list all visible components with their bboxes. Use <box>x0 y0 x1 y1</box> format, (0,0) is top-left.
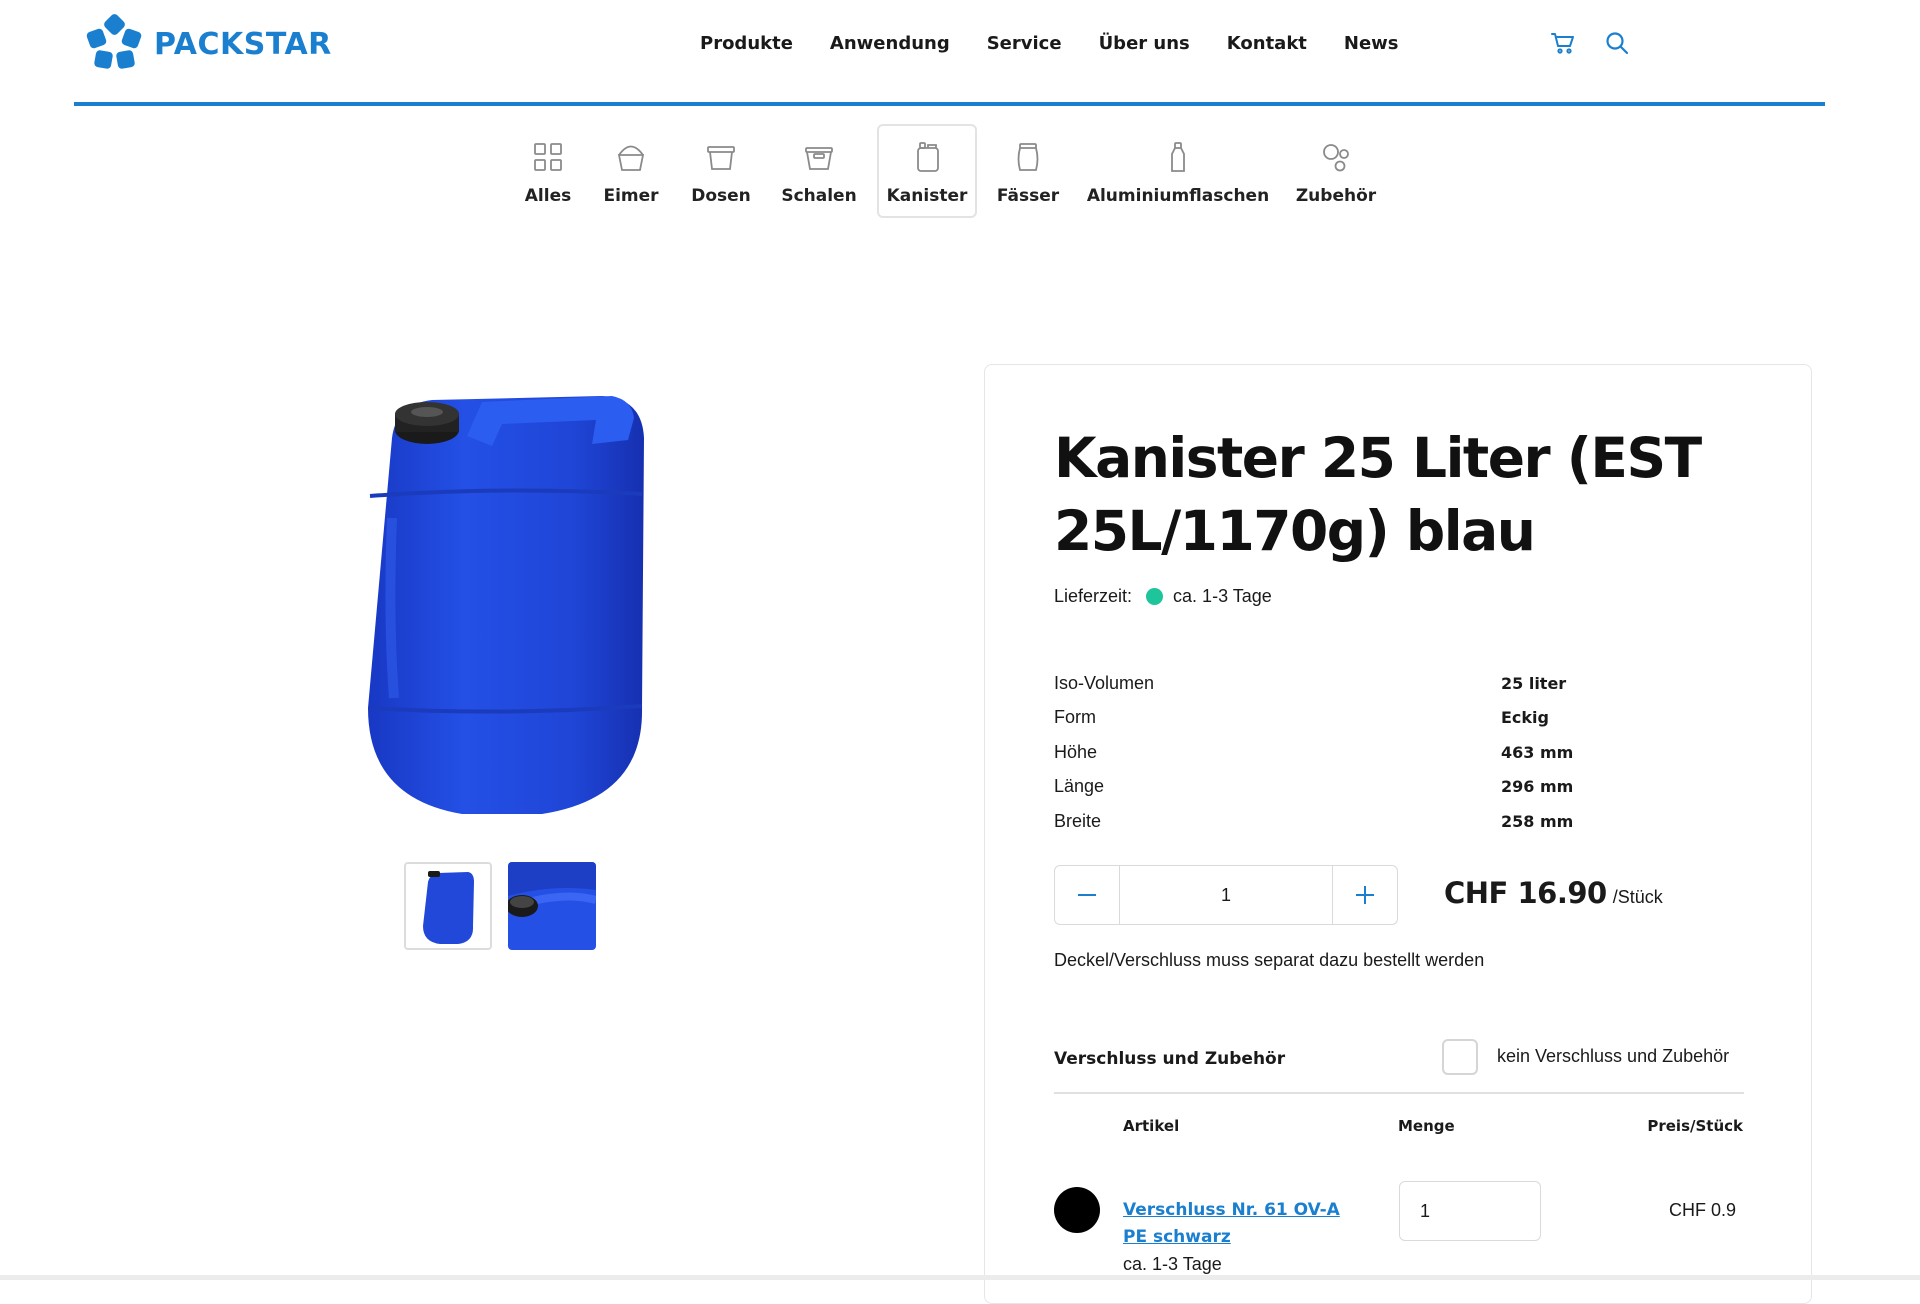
decrease-quantity-button[interactable] <box>1055 866 1119 924</box>
column-header-menge: Menge <box>1398 1117 1455 1135</box>
brand-name: PACKSTAR <box>154 26 332 62</box>
can-icon <box>707 146 735 170</box>
bottle-icon <box>1171 142 1185 172</box>
product-main-image[interactable] <box>352 378 650 818</box>
delivery-value: ca. 1-3 Tage <box>1173 586 1272 606</box>
spec-label: Breite <box>1054 810 1102 831</box>
header-actions <box>1550 30 1630 56</box>
spec-label: Höhe <box>1054 741 1098 762</box>
category-label: Dosen <box>691 186 751 206</box>
delivery-time: Lieferzeit: ca. 1-3 Tage <box>1054 586 1272 607</box>
category-label: Aluminiumflaschen <box>1086 186 1270 206</box>
category-label: Fässer <box>996 186 1060 206</box>
category-schalen[interactable]: Schalen <box>781 124 857 218</box>
nav-item-produkte[interactable]: Produkte <box>700 33 793 54</box>
header-divider <box>74 102 1825 106</box>
no-accessories-checkbox[interactable] <box>1442 1039 1478 1075</box>
category-kanister[interactable]: Kanister <box>877 124 977 218</box>
spec-value: 296 mm <box>1501 777 1574 797</box>
site-header: PACKSTAR Produkte Anwendung Service Über… <box>0 0 1920 108</box>
column-header-artikel: Artikel <box>1123 1117 1180 1135</box>
category-label: Zubehör <box>1295 186 1377 206</box>
spec-row: Iso-Volumen 25 liter <box>1054 666 1754 701</box>
plus-icon <box>1356 886 1374 904</box>
category-alles[interactable]: Alles <box>522 124 574 218</box>
nav-item-anwendung[interactable]: Anwendung <box>830 33 950 54</box>
spec-value: Eckig <box>1501 708 1549 728</box>
spec-row: Höhe 463 mm <box>1054 735 1754 770</box>
product-title: Kanister 25 Liter (EST 25L/1170g) blau <box>1054 426 1702 563</box>
accessory-price: CHF 0.9 <box>1668 1200 1736 1220</box>
accessories-title: Verschluss und Zubehör <box>1054 1049 1286 1069</box>
category-faesser[interactable]: Fässer <box>995 124 1061 218</box>
accessory-delivery: ca. 1-3 Tage <box>1123 1254 1222 1274</box>
quantity-stepper: 1 <box>1054 865 1398 925</box>
nav-item-ueber-uns[interactable]: Über uns <box>1099 33 1190 54</box>
category-aluminiumflaschen[interactable]: Aluminiumflaschen <box>1087 124 1269 218</box>
category-bar: Alles Eimer Dosen Schalen Kanister Fässe… <box>0 124 1920 220</box>
increase-quantity-button[interactable] <box>1333 866 1397 924</box>
quantity-input[interactable]: 1 <box>1119 866 1333 924</box>
category-label: Schalen <box>781 186 857 206</box>
no-accessories-label[interactable]: kein Verschluss und Zubehör <box>1497 1046 1729 1067</box>
spec-row: Breite 258 mm <box>1054 804 1754 839</box>
accessories-icon <box>1323 144 1349 172</box>
nav-item-kontakt[interactable]: Kontakt <box>1227 33 1307 54</box>
cart-icon[interactable] <box>1550 30 1576 56</box>
price-unit: /Stück <box>1612 887 1663 907</box>
accessory-color-swatch <box>1054 1187 1100 1233</box>
main-nav: Produkte Anwendung Service Über uns Kont… <box>700 33 1436 54</box>
tray-icon <box>805 147 833 170</box>
delivery-label: Lieferzeit: <box>1054 586 1133 606</box>
category-dosen[interactable]: Dosen <box>688 124 754 218</box>
spec-value: 25 liter <box>1501 673 1567 693</box>
category-label: Kanister <box>886 186 968 206</box>
spec-value: 258 mm <box>1501 811 1574 831</box>
category-label: Alles <box>524 186 572 206</box>
minus-icon <box>1078 894 1096 896</box>
category-zubehoer[interactable]: Zubehör <box>1294 124 1378 218</box>
availability-dot-icon <box>1146 588 1164 605</box>
accessories-divider <box>1054 1092 1744 1094</box>
logo-icon <box>86 14 142 69</box>
price-value: CHF 16.90 <box>1444 876 1607 910</box>
spec-row: Länge 296 mm <box>1054 770 1754 805</box>
spec-label: Länge <box>1054 776 1105 797</box>
nav-item-news[interactable]: News <box>1344 33 1399 54</box>
spec-label: Iso-Volumen <box>1054 672 1155 693</box>
product-thumbnail[interactable] <box>404 862 492 950</box>
closure-note: Deckel/Verschluss muss separat dazu best… <box>1054 950 1485 970</box>
nav-item-service[interactable]: Service <box>987 33 1062 54</box>
category-eimer[interactable]: Eimer <box>602 124 660 218</box>
accessory-quantity-input[interactable]: 1 <box>1399 1181 1541 1241</box>
spec-row: Form Eckig <box>1054 701 1754 736</box>
search-icon[interactable] <box>1604 30 1630 56</box>
category-label: Eimer <box>603 186 659 206</box>
grid-icon <box>534 143 562 171</box>
product-thumbnail[interactable] <box>508 862 596 950</box>
barrel-icon <box>1017 143 1039 171</box>
canister-icon <box>917 142 939 172</box>
spec-label: Form <box>1054 707 1096 728</box>
spec-value: 463 mm <box>1501 742 1574 762</box>
brand-logo[interactable]: PACKSTAR <box>84 14 332 74</box>
price: CHF 16.90 /Stück <box>1444 876 1663 910</box>
accessory-link[interactable]: Verschluss Nr. 61 OV-A PE schwarz <box>1123 1197 1353 1251</box>
bottom-scroll-edge <box>0 1275 1920 1280</box>
spec-table: Iso-Volumen 25 liter Form Eckig Höhe 463… <box>1054 666 1754 839</box>
bucket-icon <box>617 145 645 171</box>
column-header-preis: Preis/Stück <box>1647 1117 1743 1135</box>
